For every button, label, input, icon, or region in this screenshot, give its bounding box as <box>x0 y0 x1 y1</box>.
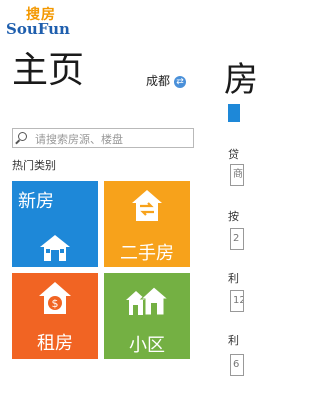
house-icon <box>40 235 70 261</box>
search-icon <box>18 132 27 141</box>
city-selector[interactable]: 成都 <box>146 72 170 89</box>
logo-bottom-text: SouFun <box>6 20 70 38</box>
next-panel-title: 房 <box>224 60 258 100</box>
calc-label-loan: 贷 <box>228 148 239 161</box>
calc-input-rate[interactable]: 12 <box>230 290 244 312</box>
section-label-hot-categories: 热门类别 <box>12 159 56 172</box>
search-placeholder: 请搜索房源、楼盘 <box>35 133 123 146</box>
house-exchange-icon <box>132 190 162 221</box>
next-panel-accent <box>228 104 240 122</box>
tile-community-label: 小区 <box>129 335 165 356</box>
calc-label-by: 按 <box>228 210 239 223</box>
calc-label-rate-2: 利 <box>228 334 239 347</box>
svg-text:$: $ <box>52 297 59 310</box>
swap-icon[interactable]: ⇄ <box>174 76 186 88</box>
houses-icon <box>126 286 170 316</box>
calc-input-by[interactable]: 2 <box>230 228 244 250</box>
calc-input-loan[interactable]: 商 <box>230 164 244 186</box>
next-panel-peek[interactable]: 房 贷 商 按 2 利 12 利 6 <box>200 0 258 400</box>
tile-rent[interactable]: $ 租房 <box>12 273 98 359</box>
search-input[interactable]: 请搜索房源、楼盘 <box>12 128 194 148</box>
page-title: 主页 <box>12 50 85 91</box>
tile-rent-label: 租房 <box>37 333 73 354</box>
tile-new-homes-label: 新房 <box>18 191 54 212</box>
tile-community[interactable]: 小区 <box>104 273 190 359</box>
tile-second-hand[interactable]: 二手房 <box>104 181 190 267</box>
soufun-logo: 搜房 SouFun <box>6 4 70 38</box>
tile-new-homes[interactable]: 新房 <box>12 181 98 267</box>
calc-input-rate-2[interactable]: 6 <box>230 354 244 376</box>
tile-second-hand-label: 二手房 <box>120 243 174 264</box>
calc-label-rate: 利 <box>228 272 239 285</box>
house-money-icon: $ <box>39 282 71 314</box>
